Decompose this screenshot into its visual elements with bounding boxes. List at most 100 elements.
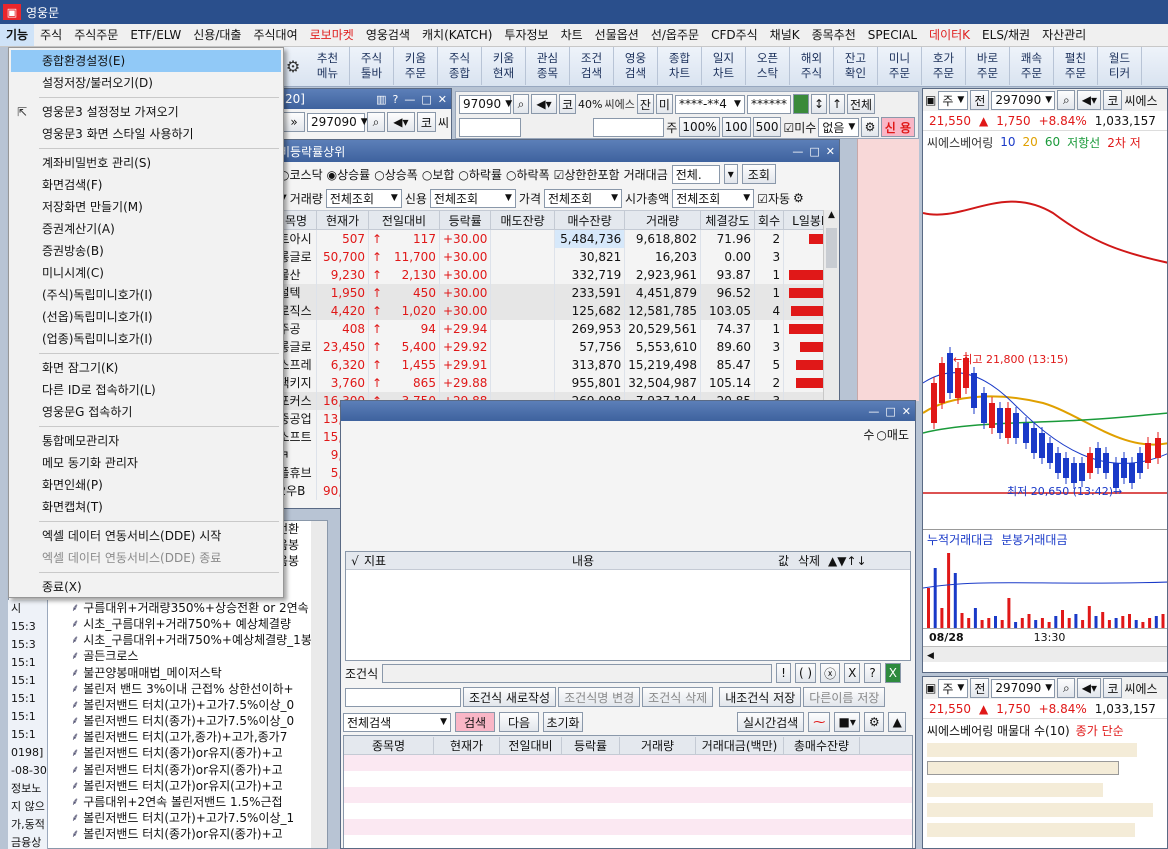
chart2-jeon-button[interactable]: 전 <box>970 678 990 698</box>
buy-radio[interactable]: 수 <box>863 426 874 443</box>
menu-15[interactable]: 종목추천 <box>806 24 862 46</box>
rank-close-icon[interactable]: ✕ <box>826 145 835 158</box>
order-500-button[interactable]: 500 <box>752 117 782 137</box>
menu-3[interactable]: ETF/ELW <box>124 24 187 46</box>
result-col-5[interactable]: 거래대금(백만) <box>696 736 784 754</box>
chart-sound-icon[interactable]: ◀▾ <box>1077 90 1102 110</box>
rank-col-3[interactable]: 등락률 <box>438 210 492 230</box>
rank-row[interactable]: 물산 9,230 ↑ 2,130 +30.00 332,719 2,923,961 93.87… <box>275 265 839 284</box>
menu-12[interactable]: 선/옵주문 <box>645 24 705 46</box>
chart-jeon-button[interactable]: 전 <box>970 90 990 110</box>
list-item[interactable]: ⸙ 볼린저밴드 터치(고가)+고가7.5%이상_1 <box>9 810 327 826</box>
menu-1[interactable]: 주식 <box>34 24 68 46</box>
menu-2[interactable]: 주식주문 <box>68 24 124 46</box>
rank-radio-2[interactable]: ○상승폭 <box>374 166 418 183</box>
menu-16[interactable]: SPECIAL <box>862 24 923 46</box>
menu-17[interactable]: 데이터K <box>923 24 976 46</box>
link-icon[interactable]: ▥ <box>376 93 386 106</box>
condition-list-scrollbar[interactable] <box>311 521 327 848</box>
order-up-icon[interactable]: ↑ <box>828 94 845 114</box>
dropdown-item-16[interactable]: 화면 잠그기(K) <box>9 357 283 379</box>
indicator-move-icons[interactable]: ▲▼↑↓ <box>828 554 867 568</box>
result-col-4[interactable]: 거래량 <box>620 736 696 754</box>
chart-ko-button[interactable]: 코 <box>1103 90 1123 110</box>
order-sound-icon[interactable]: ◀▾ <box>531 94 557 114</box>
list-item[interactable]: ⸙ 볼린저밴드 터치(고가)or유지(고가)+고 <box>9 777 327 793</box>
scope-select[interactable]: 전체검색 ▼ <box>343 712 451 732</box>
result-col-0[interactable]: 종목명 <box>344 736 434 754</box>
menu-5[interactable]: 주식대여 <box>247 24 303 46</box>
order-ko-button[interactable]: 코 <box>559 94 577 114</box>
save-condition-button[interactable]: 내조건식 저장 <box>719 687 802 707</box>
dropdown-item-18[interactable]: 영웅문G 접속하기 <box>9 401 283 423</box>
order-100-button[interactable]: 100 <box>721 117 751 137</box>
rank-row[interactable]: 팩키지 3,760 ↑ 865 +29.88 955,801 32,504,987 105.1… <box>275 373 839 392</box>
dropdown-item-0[interactable]: 종합환경설정(E) <box>11 50 281 72</box>
rank-row[interactable]: 롱글로 50,700 ↑ 11,700 +30.00 30,821 16,203 0.00 3 <box>275 247 839 266</box>
order-qty-field[interactable] <box>592 117 665 137</box>
sell-radio[interactable]: ○매도 <box>876 426 909 443</box>
toolbar-button-0[interactable]: 추천 메뉴 <box>306 47 350 85</box>
formula-not-button[interactable]: ! <box>776 663 791 683</box>
list-item[interactable]: ⸙ 볼린저 밴드 3%이내 근접% 상한선이하+ <box>9 680 327 696</box>
misu-select[interactable]: 없음 ▼ <box>818 117 860 137</box>
menu-10[interactable]: 차트 <box>555 24 589 46</box>
auto-checkbox[interactable]: ☑자동 <box>757 190 790 207</box>
cond-settings-icon[interactable]: ⚙ <box>864 712 885 732</box>
dropdown-item-26[interactable]: 엑셀 데이터 연동서비스(DDE) 종료 <box>9 547 283 569</box>
list-item[interactable]: ⸙ 시초_구름대위+거래750%+예상체결량_1봉 <box>9 632 327 648</box>
cond-close-icon[interactable]: ✕ <box>902 405 911 418</box>
rank-row[interactable]: 스프레 6,320 ↑ 1,455 +29.91 313,870 15,219,498 85.… <box>275 355 839 374</box>
dropdown-item-22[interactable]: 화면인쇄(P) <box>9 474 283 496</box>
menu-7[interactable]: 영웅검색 <box>360 24 416 46</box>
cap-select[interactable]: 전체조회 ▼ <box>672 188 755 208</box>
chart2-ko-button[interactable]: 코 <box>1103 678 1123 698</box>
chart2-mode-select[interactable]: 주 ▼ <box>938 678 969 698</box>
help-icon[interactable]: ? <box>393 93 399 106</box>
order-mi-button[interactable]: 미 <box>655 94 673 114</box>
rank-col-8[interactable]: 회수 <box>754 210 785 230</box>
toolbar-button-13[interactable]: 미니 주문 <box>878 47 922 85</box>
toolbar-button-18[interactable]: 월드 티커 <box>1098 47 1142 85</box>
credit-select[interactable]: 전체조회 ▼ <box>429 188 516 208</box>
order-settings-icon[interactable]: ⚙ <box>861 117 879 137</box>
list-item[interactable]: ⸙ 볼린저밴드 터치(종가)or유지(종가)+고 <box>9 761 327 777</box>
menu-14[interactable]: 채널K <box>764 24 806 46</box>
chart-mini-icon[interactable]: ⁓ <box>808 712 831 732</box>
toolbar-button-10[interactable]: 오픈 스탁 <box>746 47 790 85</box>
dropdown-item-11[interactable]: 미니시계(C) <box>9 262 283 284</box>
rank-col-1[interactable]: 현재가 <box>316 210 370 230</box>
toolbar-button-17[interactable]: 펼친 주문 <box>1054 47 1098 85</box>
rank-row[interactable]: 로직스 4,420 ↑ 1,020 +30.00 125,682 12,581,785 103… <box>275 301 839 320</box>
list-item[interactable]: ⸙ 구름대위+거래량350%+상승전환 or 2연속 <box>9 599 327 615</box>
mini-code-select[interactable]: 297090 ▼ <box>306 112 368 132</box>
rank-query-button[interactable]: 조회 <box>741 164 776 184</box>
result-col-6[interactable]: 총매수잔량 <box>784 736 860 754</box>
next-button[interactable]: 다음 <box>499 712 539 732</box>
rank-radio-0[interactable]: ○코스닥 <box>279 166 323 183</box>
rank-row[interactable]: 설텍 1,950 ↑ 450 +30.00 233,591 4,451,879 96.52 1 <box>275 283 839 302</box>
save-as-button[interactable]: 다른이름 저장 <box>803 687 886 707</box>
rank-settings-icon[interactable]: ⚙ <box>793 191 804 205</box>
dropdown-item-12[interactable]: (주식)독립미니호가(I) <box>9 284 283 306</box>
price-select[interactable]: 전체조회 ▼ <box>544 188 623 208</box>
menu-6[interactable]: 로보마켓 <box>304 24 360 46</box>
rank-row[interactable]: 롱글로 23,450 ↑ 5,400 +29.92 57,756 5,553,610 89.6… <box>275 337 839 356</box>
list-item[interactable]: ⸙ 볼린저밴드 터치(고가,종가)+고가,종가7 <box>9 729 327 745</box>
new-condition-button[interactable]: 조건식 새로작성 <box>463 687 557 707</box>
order-100pct-button[interactable]: 100% <box>679 117 720 137</box>
order-jan-button[interactable]: 잔 <box>636 94 654 114</box>
dropdown-item-6[interactable]: 계좌비밀번호 관리(S) <box>9 152 283 174</box>
rank-radio-1[interactable]: ◉상승률 <box>327 166 371 183</box>
order-green-icon[interactable] <box>792 94 809 114</box>
formula-xor-button[interactable]: ⓧ <box>820 663 841 683</box>
dropdown-item-17[interactable]: 다른 ID로 접속하기(L) <box>9 379 283 401</box>
toolbar-button-3[interactable]: 주식 종합 <box>438 47 482 85</box>
toolbar-button-4[interactable]: 키움 현재 <box>482 47 526 85</box>
result-col-1[interactable]: 현재가 <box>434 736 500 754</box>
toolbar-button-14[interactable]: 호가 주문 <box>922 47 966 85</box>
dropdown-item-7[interactable]: 화면검색(F) <box>9 174 283 196</box>
rank-row[interactable]: 주공 408 ↑ 94 +29.94 269,953 20,529,561 74.37 1 <box>275 319 839 338</box>
formula-help-button[interactable]: ? <box>864 663 881 683</box>
menu-11[interactable]: 선물옵션 <box>589 24 645 46</box>
